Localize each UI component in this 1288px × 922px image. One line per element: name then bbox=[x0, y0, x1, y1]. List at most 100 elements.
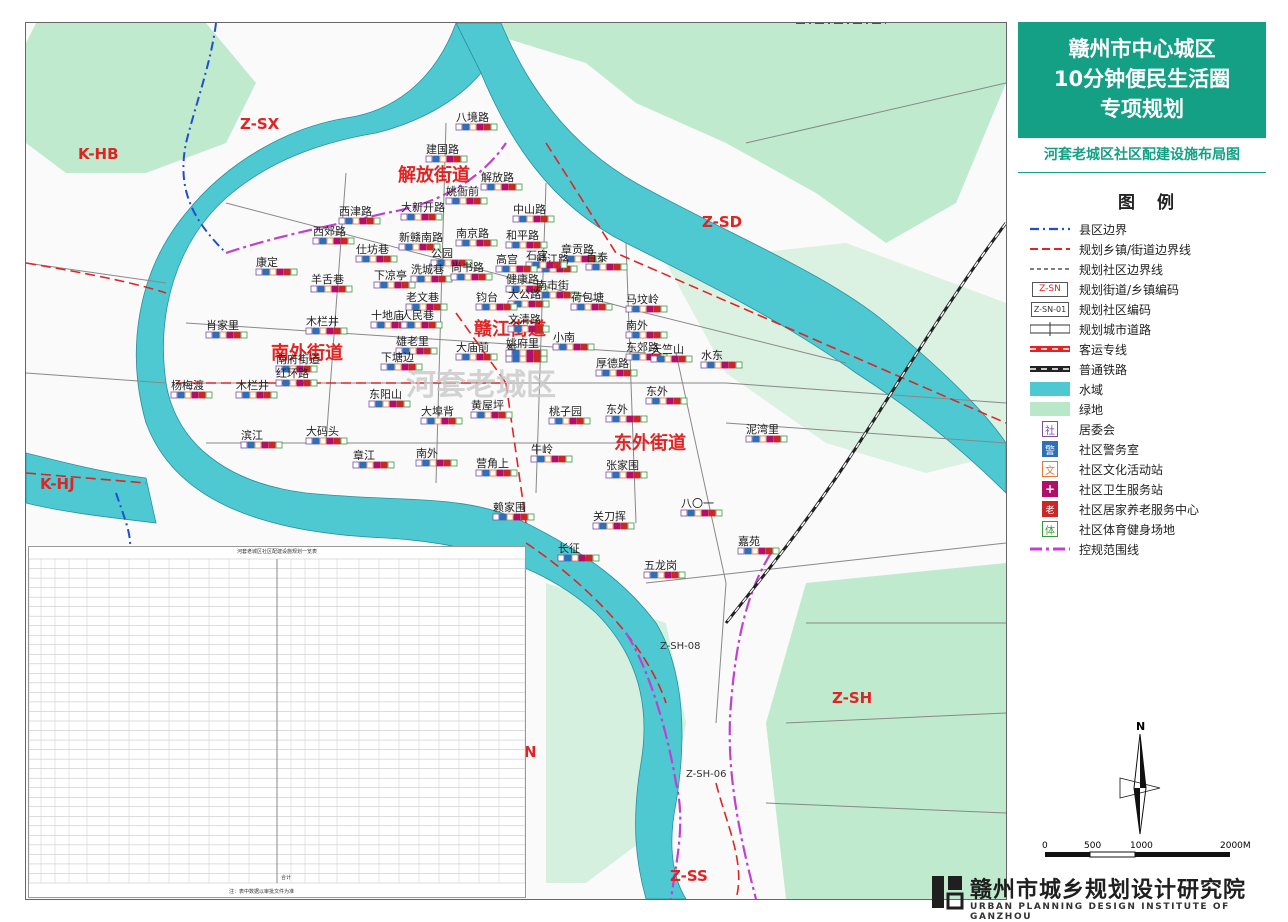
facility-marker-icon bbox=[398, 243, 406, 251]
facility-marker-icon bbox=[312, 437, 320, 445]
facility-marker-icon bbox=[387, 281, 395, 289]
facility-marker-icon bbox=[510, 303, 518, 311]
facility-marker-icon bbox=[331, 285, 339, 293]
facility-marker-icon bbox=[744, 547, 752, 555]
facility-marker-icon bbox=[489, 469, 497, 477]
facility-marker-icon bbox=[574, 255, 582, 263]
facility-marker-icon bbox=[520, 513, 528, 521]
facility-marker-icon bbox=[521, 325, 529, 333]
facility-marker-icon bbox=[512, 241, 520, 249]
facility-marker-icon bbox=[519, 349, 527, 357]
facility-table[interactable]: 河套老城区社区配建设施规划一览表 注：表中数据以审批文件为准 合计 bbox=[28, 546, 526, 898]
facility-marker-icon bbox=[565, 455, 573, 463]
facility-marker-icon bbox=[650, 355, 658, 363]
community-label: 黄屋坪 bbox=[471, 398, 504, 412]
facility-marker-icon bbox=[414, 321, 422, 329]
legend-item-control-range: 控规范围线 bbox=[1030, 539, 1270, 559]
facility-marker-icon bbox=[362, 255, 370, 263]
street-label-dongwai: 东外街道 bbox=[614, 432, 686, 454]
community-label: 南外 bbox=[626, 319, 648, 332]
facility-marker-icon bbox=[576, 417, 584, 425]
title-line-3: 专项规划 bbox=[1100, 97, 1184, 121]
facility-marker-icon bbox=[254, 441, 262, 449]
facility-marker-icon bbox=[639, 305, 647, 313]
facility-marker-icon bbox=[478, 273, 486, 281]
community-code-box-icon: Z-SN-01 bbox=[1030, 301, 1070, 317]
facility-marker-icon bbox=[640, 471, 648, 479]
legend-item-passenger-rail: 客运专线 bbox=[1030, 339, 1270, 359]
facility-marker-icon bbox=[772, 547, 780, 555]
facility-marker-icon bbox=[428, 213, 436, 221]
facility-marker-icon bbox=[605, 415, 613, 423]
facility-marker-icon bbox=[469, 123, 477, 131]
facility-marker-icon bbox=[542, 291, 550, 299]
facility-marker-icon bbox=[626, 415, 634, 423]
facility-marker-icon bbox=[780, 435, 788, 443]
community-label: 章江 bbox=[353, 448, 375, 462]
map-frame[interactable]: 解放街道 赣江街道 南外街道 东外街道 河套老城区 K-HB Z-SX Z-SD… bbox=[25, 22, 1007, 900]
title-line-2: 10分钟便民生活圈 bbox=[1053, 67, 1231, 91]
facility-marker-icon bbox=[498, 411, 506, 419]
legend-item-police: 警 社区警务室 bbox=[1030, 439, 1270, 459]
facility-marker-icon bbox=[424, 275, 432, 283]
facility-marker-icon bbox=[540, 355, 548, 363]
legend-label: 社区警务室 bbox=[1079, 442, 1140, 457]
facility-marker-icon bbox=[540, 349, 548, 357]
facility-marker-icon bbox=[380, 281, 388, 289]
facility-marker-icon bbox=[707, 361, 715, 369]
sports-icon: 体 bbox=[1030, 521, 1070, 537]
facility-marker-icon bbox=[420, 417, 428, 425]
community-label: 南外 bbox=[416, 447, 438, 460]
community-label: 康定 bbox=[256, 255, 278, 269]
facility-marker-icon bbox=[559, 343, 567, 351]
community-label: 关刀挥 bbox=[593, 509, 626, 523]
water-swatch-icon bbox=[1030, 381, 1070, 397]
legend-label: 社区居家养老服务中心 bbox=[1079, 502, 1200, 517]
facility-marker-icon bbox=[376, 255, 384, 263]
facility-marker-icon bbox=[583, 417, 591, 425]
facility-marker-icon bbox=[526, 355, 534, 363]
community-label: 木栏井 bbox=[306, 314, 339, 328]
facility-marker-icon bbox=[694, 509, 702, 517]
facility-marker-icon bbox=[599, 522, 607, 530]
facility-marker-icon bbox=[633, 471, 641, 479]
facility-marker-icon bbox=[558, 455, 566, 463]
facility-marker-icon bbox=[516, 265, 524, 273]
facility-marker-icon bbox=[490, 353, 498, 361]
facility-marker-icon bbox=[275, 441, 283, 449]
facility-marker-icon bbox=[394, 363, 402, 371]
community-label: 杨梅渡 bbox=[171, 378, 204, 392]
facility-marker-icon bbox=[535, 325, 543, 333]
facility-marker-icon bbox=[415, 363, 423, 371]
facility-marker-icon bbox=[592, 554, 600, 562]
legend-item-road: 规划城市道路 bbox=[1030, 319, 1270, 339]
facility-marker-icon bbox=[443, 459, 451, 467]
facility-marker-icon bbox=[460, 155, 468, 163]
facility-marker-icon bbox=[462, 239, 470, 247]
facility-marker-icon bbox=[439, 155, 447, 163]
legend-item-resident-committee: 社 居委会 bbox=[1030, 419, 1270, 439]
facility-marker-icon bbox=[435, 213, 443, 221]
green-southeast bbox=[766, 563, 1006, 899]
svg-text:2000M: 2000M bbox=[1220, 841, 1251, 851]
legend-label: 绿地 bbox=[1079, 402, 1104, 417]
community-label: 东阳山 bbox=[369, 388, 402, 401]
facility-marker-icon bbox=[673, 397, 681, 405]
facility-marker-icon bbox=[544, 455, 552, 463]
community-label: 西津路 bbox=[339, 205, 372, 218]
facility-marker-icon bbox=[312, 327, 320, 335]
facility-marker-icon bbox=[476, 239, 484, 247]
facility-marker-icon bbox=[400, 213, 408, 221]
facility-marker-icon bbox=[382, 400, 390, 408]
facility-marker-icon bbox=[623, 369, 631, 377]
facility-marker-icon bbox=[584, 303, 592, 311]
facility-marker-icon bbox=[540, 241, 548, 249]
control-range-line-icon bbox=[1030, 541, 1070, 557]
facility-marker-icon bbox=[557, 554, 565, 562]
facility-marker-icon bbox=[491, 411, 499, 419]
facility-marker-icon bbox=[441, 417, 449, 425]
facility-marker-icon bbox=[527, 513, 535, 521]
community-label: 营角上 bbox=[476, 456, 509, 470]
facility-marker-icon bbox=[484, 411, 492, 419]
facility-marker-icon bbox=[513, 513, 521, 521]
